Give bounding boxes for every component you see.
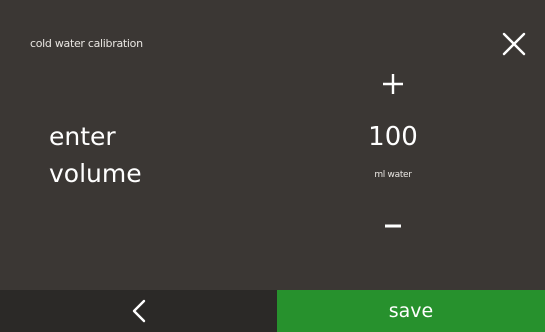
prompt-line-2: volume <box>49 159 142 188</box>
save-button[interactable]: save <box>277 290 545 332</box>
close-button[interactable] <box>501 31 527 57</box>
screen-title: cold water calibration <box>30 37 143 50</box>
chevron-left-icon <box>132 299 145 323</box>
increment-button[interactable] <box>373 64 413 104</box>
prompt-line-1: enter <box>49 122 116 151</box>
volume-unit: ml water <box>374 170 412 180</box>
volume-value: 100 <box>368 122 418 152</box>
minus-icon <box>385 224 401 228</box>
decrement-button[interactable] <box>373 206 413 246</box>
plus-icon <box>383 74 403 94</box>
volume-prompt: enter volume <box>49 118 142 192</box>
back-button[interactable] <box>0 290 277 332</box>
calibration-screen: cold water calibration enter volume 100 … <box>0 0 545 332</box>
bottom-bar: save <box>0 290 545 332</box>
close-icon <box>502 32 526 56</box>
